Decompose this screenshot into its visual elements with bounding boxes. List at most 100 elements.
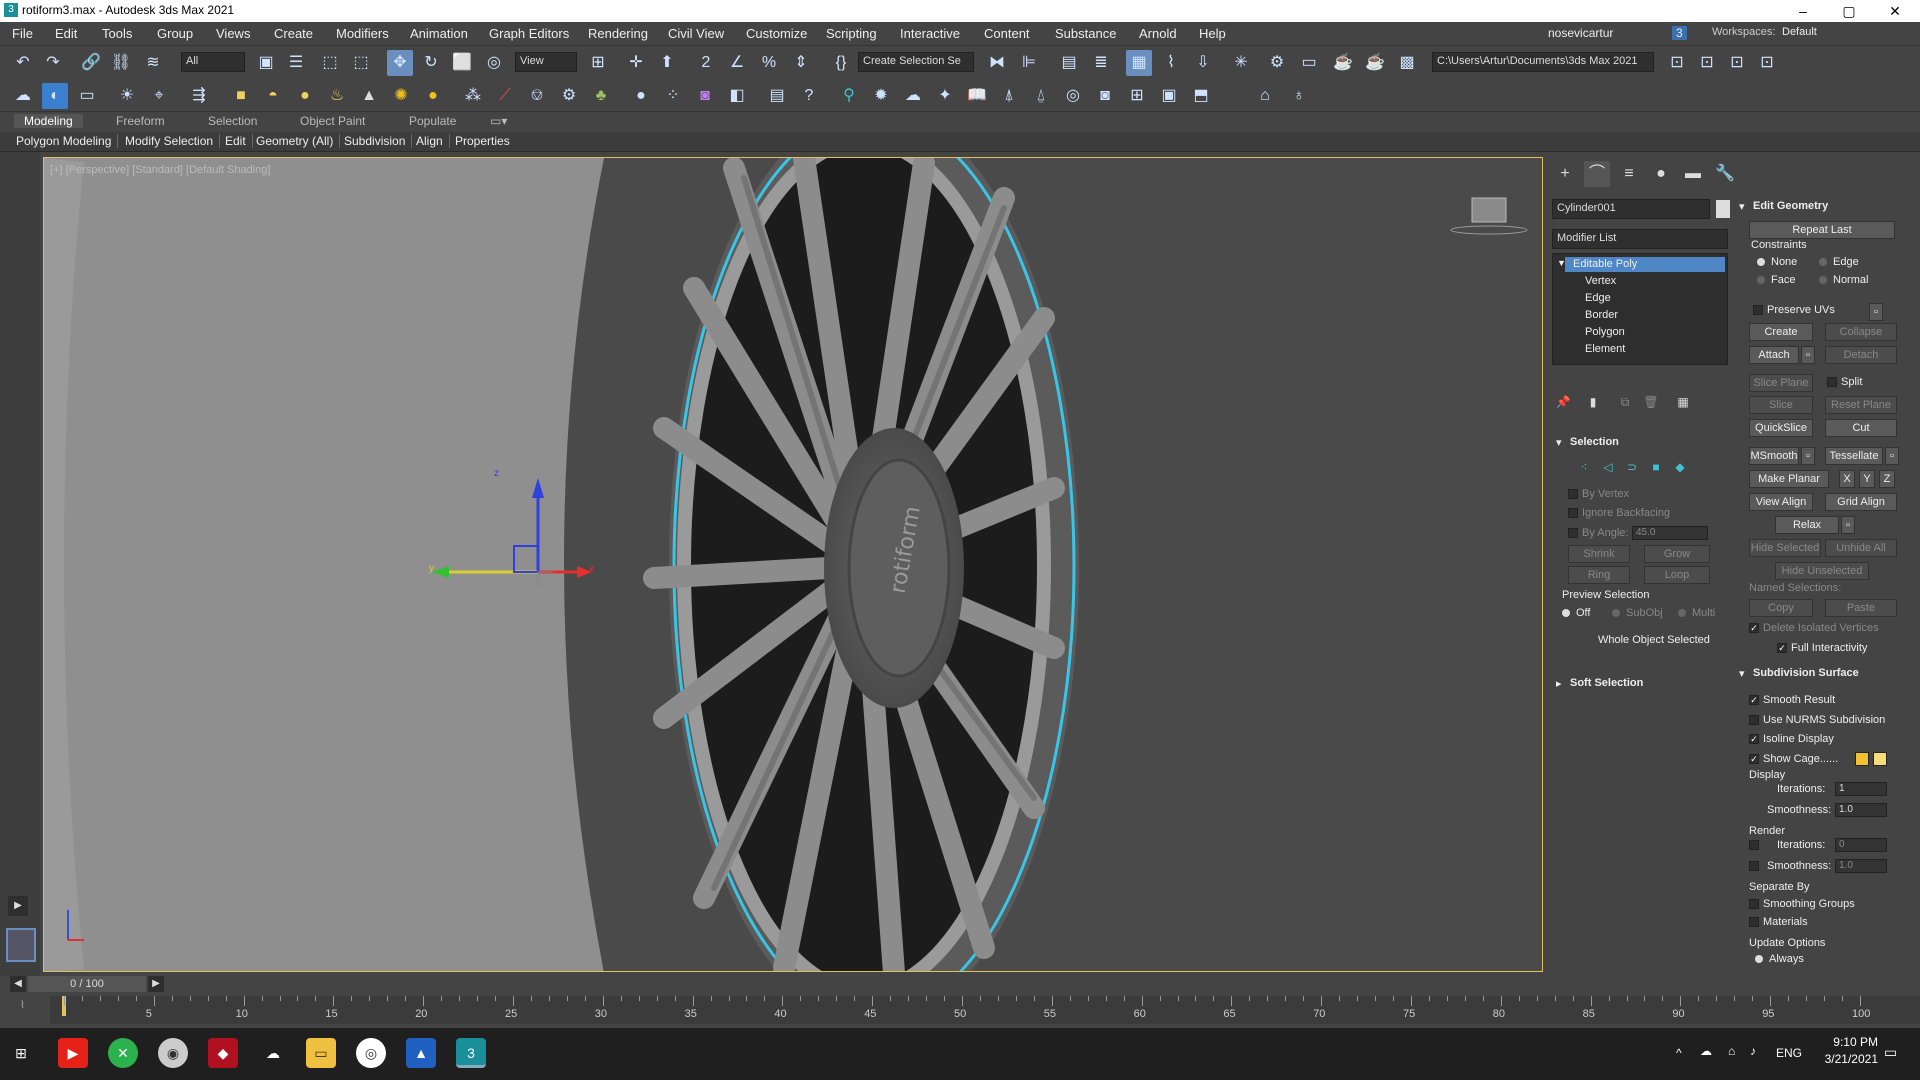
grid-align-button[interactable]: Grid Align <box>1825 493 1897 511</box>
loop-button[interactable]: Loop <box>1644 566 1710 584</box>
menu-civil-view[interactable]: Civil View <box>668 26 724 41</box>
preserve-uvs-checkbox[interactable] <box>1753 305 1763 315</box>
clock-date[interactable]: 3/21/2021 <box>1810 1052 1878 1066</box>
select-manipulate-icon[interactable]: ✛ <box>623 50 649 76</box>
percent-snap-icon[interactable]: % <box>756 50 782 76</box>
material-sphere-icon[interactable]: ● <box>628 83 654 109</box>
show-cage-checkbox[interactable]: ✓ <box>1749 754 1759 764</box>
full-interactivity-checkbox[interactable]: ✓ <box>1777 643 1787 653</box>
render-smoothness-checkbox[interactable] <box>1749 861 1759 871</box>
plant-icon[interactable]: ♣ <box>588 83 614 109</box>
tray-chevron-icon[interactable]: ^ <box>1676 1046 1682 1060</box>
stack-editable-poly[interactable]: Editable Poly <box>1573 258 1637 270</box>
ring-button[interactable]: Ring <box>1568 566 1630 584</box>
element-mode-icon[interactable]: ◆ <box>1670 457 1690 477</box>
panel-geometry-all[interactable]: Geometry (All) <box>256 134 341 148</box>
by-angle-checkbox[interactable] <box>1568 528 1578 538</box>
expand-layout-icon[interactable]: ▶ <box>8 896 28 916</box>
material-library-icon[interactable]: ◧ <box>724 83 750 109</box>
msmooth-button[interactable]: MSmooth <box>1749 447 1799 465</box>
undo-icon[interactable]: ↶ <box>10 50 36 76</box>
camera-icon[interactable]: ⎊ <box>524 83 550 109</box>
arnold-sky-icon[interactable]: ✹ <box>868 83 894 109</box>
materials-checkbox[interactable] <box>1749 917 1759 927</box>
select-object-icon[interactable]: ▣ <box>253 50 279 76</box>
spinner-snap-icon[interactable]: ⇕ <box>788 50 814 76</box>
planar-x-button[interactable]: X <box>1839 470 1855 488</box>
sphere-icon[interactable]: ● <box>292 83 318 109</box>
menu-interactive[interactable]: Interactive <box>900 26 960 41</box>
teapot-icon[interactable]: ☁ <box>10 83 36 109</box>
hierarchy-tab-icon[interactable]: ≡ <box>1616 161 1642 187</box>
arnold-portal-icon[interactable]: ⍙ <box>1028 83 1054 109</box>
slice-button[interactable]: Slice <box>1749 396 1813 414</box>
display-iterations-spinner[interactable]: 1 <box>1835 782 1887 796</box>
smoothing-groups-checkbox[interactable] <box>1749 899 1759 909</box>
stack-edge[interactable]: Edge <box>1585 292 1611 304</box>
paste-button[interactable]: Paste <box>1825 599 1897 617</box>
object-name-field[interactable]: Cylinder001 <box>1552 199 1710 219</box>
tab-modeling[interactable]: Modeling <box>14 114 83 128</box>
project-new-icon[interactable]: ⊡ <box>1724 50 1750 76</box>
display-smoothness-spinner[interactable]: 1.0 <box>1835 803 1887 817</box>
attach-settings-icon[interactable]: ▫ <box>1801 346 1815 364</box>
hide-unselected-button[interactable]: Hide Unselected <box>1775 562 1869 580</box>
attach-button[interactable]: Attach <box>1749 346 1799 364</box>
ignore-backfacing-checkbox[interactable] <box>1568 508 1578 518</box>
panel-polygon-modeling[interactable]: Polygon Modeling <box>16 134 119 148</box>
workspace-select[interactable]: Default <box>1782 26 1817 38</box>
chrome-icon[interactable]: ◎ <box>356 1038 386 1068</box>
help-circle-icon[interactable]: ? <box>796 83 822 109</box>
panel-properties[interactable]: Properties <box>455 134 516 148</box>
arnold-photometric-icon[interactable]: ✦ <box>932 83 958 109</box>
stack-border[interactable]: Border <box>1585 309 1618 321</box>
arnold-render-icon[interactable]: ◎ <box>1060 83 1086 109</box>
arnold-bulb-icon[interactable]: ♁ <box>1286 83 1312 109</box>
menu-file[interactable]: File <box>12 26 33 41</box>
soft-selection-rollout-header[interactable]: ▸ Soft Selection <box>1552 677 1728 691</box>
border-mode-icon[interactable]: ⊃ <box>1622 457 1642 477</box>
window-crossing-icon[interactable]: ⬚ <box>348 50 374 76</box>
volume-icon[interactable]: ♪ <box>1750 1044 1756 1058</box>
settings-gear-icon[interactable]: ⚙ <box>556 83 582 109</box>
3dsmax-taskbar-icon[interactable]: 3 <box>456 1038 486 1068</box>
menu-create[interactable]: Create <box>274 26 313 41</box>
slice-plane-button[interactable]: Slice Plane <box>1749 374 1813 392</box>
tab-populate[interactable]: Populate <box>409 114 456 128</box>
menu-views[interactable]: Views <box>216 26 250 41</box>
angle-snap-icon[interactable]: ∠ <box>724 50 750 76</box>
cage-color-swatch-1[interactable] <box>1855 752 1869 766</box>
create-tab-icon[interactable]: + <box>1552 161 1578 187</box>
modifier-list-dropdown[interactable]: Modifier List <box>1552 229 1728 249</box>
notification-badge[interactable]: 3 <box>1672 26 1687 40</box>
snaps-toggle-icon[interactable]: 2 <box>693 50 719 76</box>
stack-polygon[interactable]: Polygon <box>1585 326 1625 338</box>
grid-icon[interactable]: ⁂ <box>460 83 486 109</box>
teapot-primitive-icon[interactable]: ♨ <box>324 83 350 109</box>
network-icon[interactable]: ⌂ <box>1728 1044 1735 1058</box>
align-icon[interactable]: ⊫ <box>1016 50 1042 76</box>
app-circle-icon[interactable]: ◉ <box>158 1038 188 1068</box>
menu-help[interactable]: Help <box>1199 26 1226 41</box>
select-by-name-icon[interactable]: ☰ <box>283 50 309 76</box>
tessellate-settings-icon[interactable]: ▫ <box>1885 447 1899 465</box>
maximize-button[interactable]: ▢ <box>1826 0 1872 22</box>
update-always-radio[interactable] <box>1755 955 1763 963</box>
angle-spinner[interactable]: 45.0 <box>1632 526 1708 540</box>
arnold-tools-icon[interactable]: ▣ <box>1156 83 1182 109</box>
dome-icon[interactable]: ◓ <box>260 83 286 109</box>
track-bar[interactable]: 5 10 15 20 25 30 35 40 45 50 55 60 65 70 75 80 85 90 95 100 <box>50 996 1920 1024</box>
render-smoothness-spinner[interactable]: 1.0 <box>1835 859 1887 873</box>
placement-icon[interactable]: ◎ <box>481 50 507 76</box>
cut-button[interactable]: Cut <box>1825 419 1897 437</box>
render-production-icon[interactable]: ☕ <box>1330 50 1356 76</box>
menu-scripting[interactable]: Scripting <box>826 26 877 41</box>
box-icon[interactable]: ■ <box>228 83 254 109</box>
menu-modifiers[interactable]: Modifiers <box>336 26 389 41</box>
named-selection-dropdown[interactable]: Create Selection Se <box>858 52 974 72</box>
object-color-swatch[interactable] <box>1716 200 1730 218</box>
quickslice-button[interactable]: QuickSlice <box>1749 419 1813 437</box>
ribbon-toggle-icon[interactable]: ▦ <box>1126 50 1152 76</box>
scale-icon[interactable]: ⬜ <box>449 50 475 76</box>
sun-icon[interactable]: ✺ <box>388 83 414 109</box>
